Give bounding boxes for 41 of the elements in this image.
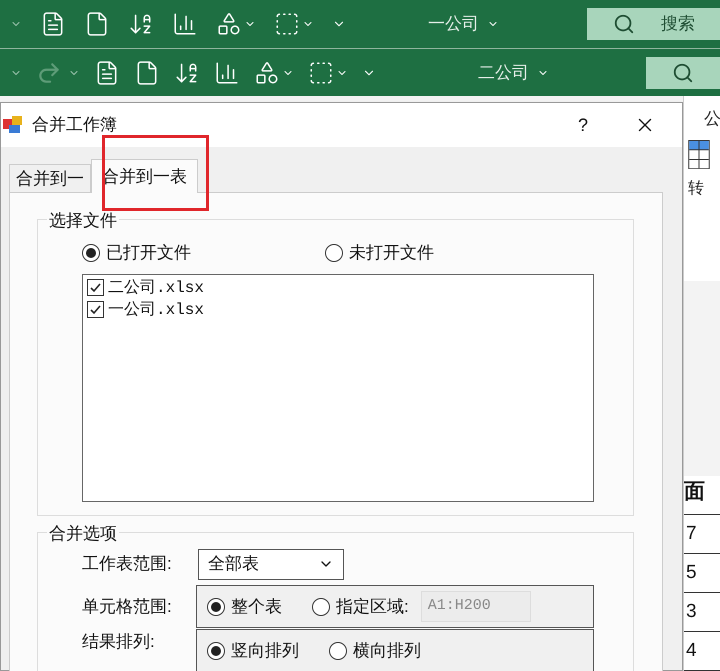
table-icon: [688, 140, 710, 169]
checkbox[interactable]: [87, 279, 104, 296]
search-field[interactable]: 搜索: [587, 8, 720, 40]
app-icon: [3, 115, 23, 135]
bar-chart-icon[interactable]: [214, 60, 240, 86]
ribbon-button-label[interactable]: 转: [688, 176, 720, 201]
table-cell: 7: [684, 514, 720, 554]
radio-button[interactable]: 横向排列: [329, 638, 421, 664]
help-button[interactable]: ?: [578, 112, 588, 138]
table-cell: 5: [684, 554, 720, 593]
tab[interactable]: 合并到一: [9, 164, 91, 192]
text-box-icon[interactable]: [308, 60, 334, 86]
radio-button[interactable]: 已打开文件: [82, 240, 191, 266]
dialog-title: 合并工作簿: [32, 114, 118, 136]
bar-chart-icon[interactable]: [172, 11, 198, 37]
file-item[interactable]: 一公司.xlsx: [87, 298, 593, 320]
search-icon: [672, 62, 694, 84]
field-label: 工作表范围:: [82, 553, 173, 576]
shapes-icon[interactable]: [254, 60, 280, 86]
radio-button[interactable]: 整个表: [207, 594, 282, 620]
text-box-icon[interactable]: [274, 11, 300, 37]
shapes-icon[interactable]: [216, 11, 242, 37]
table-cell: 4: [684, 632, 720, 671]
check-icon: [89, 303, 102, 316]
ribbon-tab-label[interactable]: 公: [704, 106, 720, 132]
range-field: A1:H200: [420, 591, 531, 622]
file-item[interactable]: 二公司.xlsx: [87, 276, 593, 298]
field-label: 结果排列:: [82, 631, 156, 653]
search-icon: [613, 13, 635, 35]
radio-button[interactable]: 竖向排列: [207, 638, 299, 664]
field-label: 单元格范围:: [82, 596, 173, 618]
radio-button[interactable]: 未打开文件: [325, 240, 434, 266]
document-title[interactable]: 二公司: [478, 60, 529, 86]
column-header: 面: [684, 476, 720, 515]
document-title[interactable]: 一公司: [428, 11, 479, 37]
radio-button[interactable]: 指定区域:: [312, 594, 409, 620]
table-cell: 3: [684, 592, 720, 632]
search-field[interactable]: [646, 56, 720, 88]
checkbox[interactable]: [87, 301, 104, 318]
sheet-range-dropdown[interactable]: 全部表: [198, 548, 344, 580]
check-icon: [89, 281, 102, 294]
